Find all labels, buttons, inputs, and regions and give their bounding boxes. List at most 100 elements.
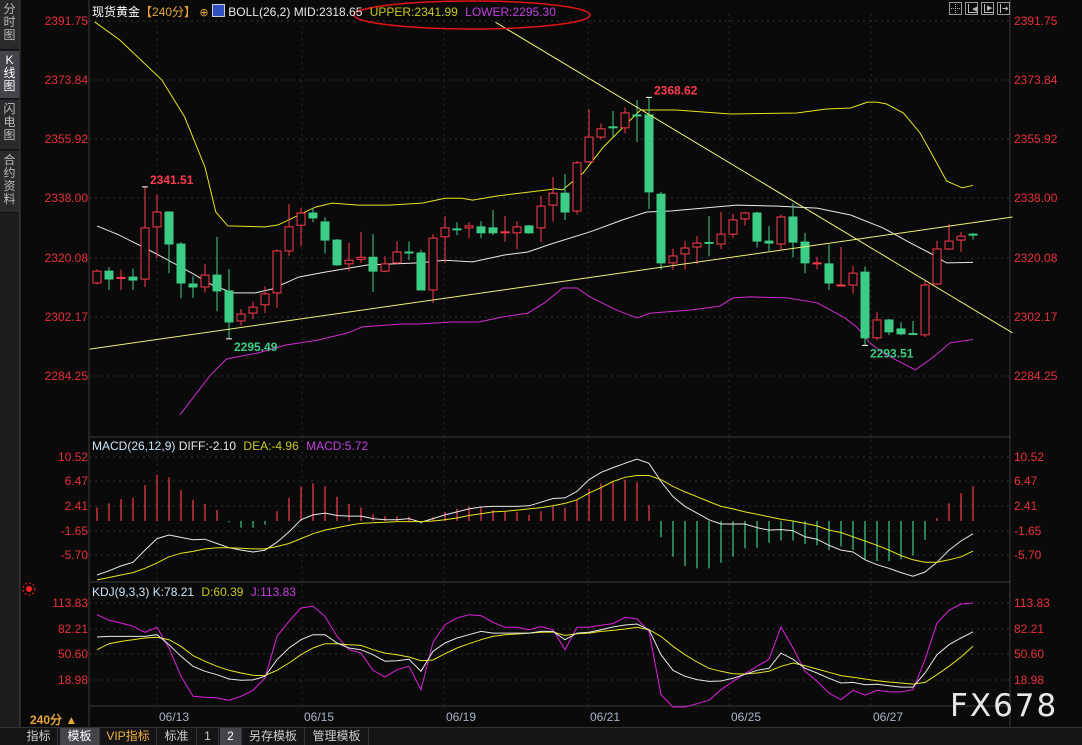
fx678-watermark: FX678 [950, 688, 1059, 724]
bottom-tab-bar: 指标 模板 VIP指标 标准 1 2 另存模板 管理模板 [0, 727, 1082, 745]
candle-body [944, 240, 954, 250]
candle [344, 242, 354, 272]
candle-body [932, 248, 942, 285]
indicator-chart-icon[interactable] [211, 4, 225, 17]
candle-body [92, 270, 102, 284]
boll-lower-line [179, 287, 974, 416]
boll-mid-line [96, 204, 974, 294]
candle [848, 265, 858, 294]
candle [524, 224, 534, 234]
kdj-j-line [96, 602, 974, 708]
candle-body [788, 216, 798, 243]
candle [440, 215, 450, 263]
candle-body [260, 293, 270, 306]
candle-body [920, 284, 930, 336]
candle [668, 248, 678, 270]
candle [728, 213, 738, 239]
move-right-icon[interactable]: ➜ [997, 2, 1010, 15]
candle [308, 209, 318, 223]
main-indicator-header: 现货黄金【240分】 ⊕ BOLL(26,2) MID:2318.65 UPPE… [92, 3, 556, 20]
price-axis-label-left: 2338.00 [44, 191, 88, 205]
candle [452, 222, 462, 236]
macd-name: MACD(26,12,9) [92, 439, 176, 453]
candle-body [380, 263, 390, 272]
candle-body [152, 211, 162, 228]
candle [152, 194, 162, 258]
candle [872, 311, 882, 341]
candle [176, 242, 186, 299]
macd-axis-label-right: 2.41 [1014, 499, 1038, 513]
date-label: 06/27 [873, 710, 904, 724]
candle-body [716, 233, 726, 245]
candle-body [800, 241, 810, 264]
candle [236, 309, 246, 326]
boll-upper-line [94, 21, 974, 228]
candle [140, 186, 150, 287]
crosshair-icon[interactable] [949, 2, 962, 15]
candle-body [548, 192, 558, 206]
candle-body [860, 271, 870, 339]
candle-body [476, 226, 486, 234]
candle-body [956, 235, 966, 241]
candle [380, 256, 390, 273]
tab-page-1[interactable]: 1 [197, 728, 219, 745]
candle [884, 319, 894, 336]
date-label: 06/25 [731, 710, 762, 724]
period-switch-icon[interactable]: ⊕ [199, 7, 208, 19]
candle-body [344, 259, 354, 265]
candle-body [512, 226, 522, 234]
candle [464, 222, 474, 239]
candle-body [392, 251, 402, 264]
zoom-range-icon[interactable]: ◀ [965, 2, 978, 15]
kdj-name: KDJ(9,3,3) [92, 585, 150, 599]
tab-save-template[interactable]: 另存模板 [242, 728, 305, 745]
candle-body [356, 256, 366, 260]
kdj-axis-label-right: 82.21 [1014, 622, 1045, 636]
candle [968, 232, 978, 240]
tab-indicators[interactable]: 指标 [20, 728, 58, 745]
tab-templates[interactable]: 模板 [60, 728, 100, 745]
price-axis-label-right: 2302.17 [1014, 310, 1058, 324]
kdj-k: K:78.21 [152, 585, 195, 599]
candle [800, 232, 810, 274]
candle-body [740, 212, 750, 220]
period-selector[interactable]: 240分 ▲ [30, 711, 77, 728]
candle [908, 320, 918, 336]
tab-manage-templates[interactable]: 管理模板 [305, 728, 369, 745]
candle [752, 211, 762, 248]
candle-body [428, 237, 438, 291]
kdj-axis-label-left: 18.98 [57, 673, 88, 687]
candle [620, 107, 630, 134]
candle-body [704, 241, 714, 244]
price-axis-label-left: 2391.75 [44, 14, 88, 28]
candle-body [752, 212, 762, 242]
candle-body [884, 319, 894, 333]
candle [704, 215, 714, 257]
price-axis-label-left: 2302.17 [44, 310, 88, 324]
candle-body [104, 270, 114, 280]
candle [692, 236, 702, 265]
price-axis-label-right: 2391.75 [1014, 14, 1058, 28]
price-axis-label-left: 2284.25 [44, 369, 88, 383]
kdj-settings-icon[interactable] [22, 582, 36, 596]
high-price-label: 2368.62 [654, 83, 698, 97]
candle [404, 241, 414, 261]
kline-chart[interactable]: 2341.51 2295.49 2368.62 2293.51 [0, 0, 1082, 744]
candle-body [236, 313, 246, 322]
candle-body [656, 193, 666, 264]
tab-standard[interactable]: 标准 [157, 728, 197, 745]
candle-body [452, 228, 462, 231]
candle [572, 161, 582, 215]
candle [584, 108, 594, 163]
tab-page-2[interactable]: 2 [220, 728, 242, 745]
play-icon[interactable]: ▶ [981, 2, 994, 15]
tab-vip-indicators[interactable]: VIP指标 [100, 728, 157, 745]
candle-body [200, 274, 210, 288]
boll-lower: LOWER:2295.30 [465, 5, 556, 19]
candle [764, 226, 774, 251]
candle [860, 266, 870, 346]
candle-body [908, 333, 918, 336]
kdj-header: KDJ(9,3,3) K:78.21 D:60.39 J:113.83 [92, 585, 296, 599]
candle-body [296, 212, 306, 226]
macd-axis-label-right: 10.52 [1014, 450, 1045, 464]
